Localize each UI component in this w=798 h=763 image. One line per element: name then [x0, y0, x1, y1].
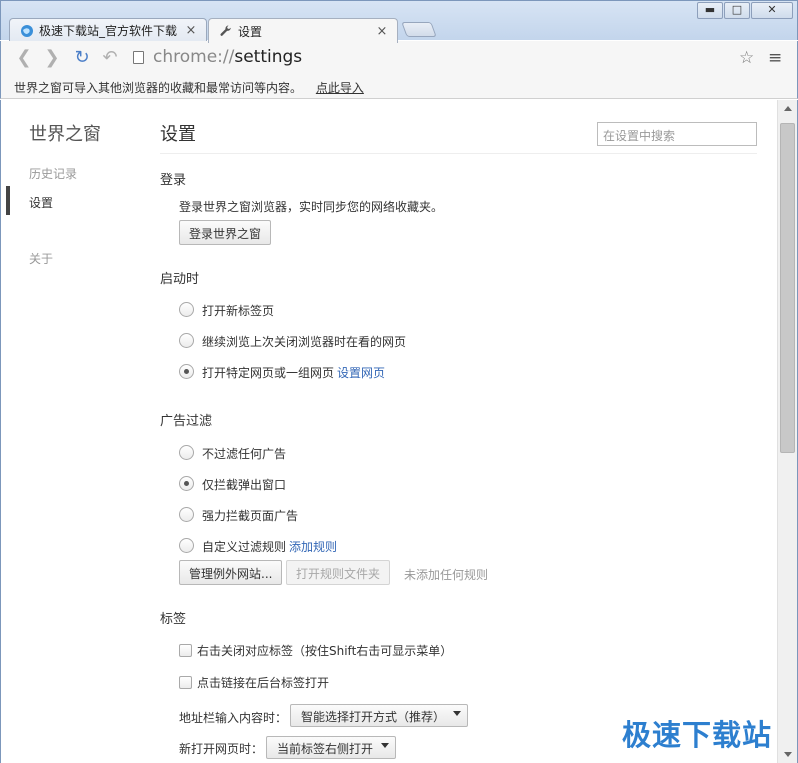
address-url[interactable]: chrome://settings: [153, 47, 302, 67]
adblock-option-label: 不过滤任何广告: [202, 447, 287, 461]
new-page-value: 当前标签右侧打开: [277, 742, 374, 756]
bookmark-star-icon[interactable]: ☆: [739, 48, 754, 68]
header-divider: [160, 153, 757, 154]
infobar-message: 世界之窗可导入其他浏览器的收藏和最常访问等内容。: [14, 81, 303, 95]
maximize-button[interactable]: □: [724, 2, 750, 19]
adblock-option-label: 仅拦截弹出窗口: [202, 478, 287, 492]
manage-exceptions-button[interactable]: 管理例外网站...: [179, 560, 283, 585]
section-tabs-title: 标签: [160, 612, 187, 627]
page-icon: [133, 51, 144, 64]
title-bar: 极速下载站_官方软件下载 × 设置 × ▬ □ ✕: [0, 0, 798, 43]
sidebar-item-history[interactable]: 历史记录: [29, 165, 77, 182]
settings-page: 世界之窗 历史记录 设置 关于 设置 在设置中搜索 登录 登录世界之窗浏览器，实…: [0, 100, 777, 763]
import-link[interactable]: 点此导入: [316, 81, 364, 95]
sidebar-item-about[interactable]: 关于: [29, 250, 53, 267]
new-page-select[interactable]: 当前标签右侧打开: [266, 736, 397, 759]
tab-title: 设置: [238, 24, 263, 39]
section-login-title: 登录: [160, 173, 187, 188]
login-description: 登录世界之窗浏览器，实时同步您的网络收藏夹。: [179, 200, 444, 214]
browser-toolbar: ❮ ❯ ↻ ↶ chrome://settings ☆ ≡: [0, 41, 798, 75]
sidebar-item-settings[interactable]: 设置: [29, 194, 53, 211]
vertical-scrollbar[interactable]: [777, 100, 798, 763]
import-infobar: 世界之窗可导入其他浏览器的收藏和最常访问等内容。 点此导入: [0, 75, 798, 99]
sidebar-selection-indicator: [6, 186, 10, 215]
address-bar[interactable]: chrome://settings: [131, 46, 761, 70]
back-button[interactable]: ❮: [14, 48, 34, 68]
startup-radio-specific[interactable]: [179, 364, 194, 379]
startup-radio-continue[interactable]: [179, 333, 194, 348]
settings-search-input[interactable]: 在设置中搜索: [597, 122, 757, 146]
no-rules-text: 未添加任何规则: [404, 568, 489, 582]
tab-close-icon[interactable]: ×: [184, 23, 198, 38]
undo-close-button[interactable]: ↶: [100, 48, 120, 68]
startup-option-label: 继续浏览上次关闭浏览器时在看的网页: [202, 335, 407, 349]
minimize-button[interactable]: ▬: [697, 2, 723, 19]
adblock-option-label: 自定义过滤规则 添加规则: [202, 538, 337, 555]
section-adblock-title: 广告过滤: [160, 414, 213, 429]
background-tab-label: 点击链接在后台标签打开: [197, 676, 330, 690]
globe-icon: [21, 24, 33, 37]
add-rule-link[interactable]: 添加规则: [289, 540, 337, 554]
adblock-radio-custom[interactable]: [179, 538, 194, 553]
wrench-icon: [220, 25, 231, 36]
adblock-radio-none[interactable]: [179, 445, 194, 460]
right-click-close-checkbox[interactable]: [179, 644, 192, 657]
adblock-radio-popups[interactable]: [179, 476, 194, 491]
set-pages-link[interactable]: 设置网页: [337, 366, 385, 380]
address-input-label: 地址栏输入内容时：: [179, 711, 288, 725]
sidebar-title: 世界之窗: [29, 124, 101, 145]
tab-close-icon[interactable]: ×: [375, 24, 389, 39]
dropdown-arrow-icon: [381, 743, 390, 748]
tab-jisu[interactable]: 极速下载站_官方软件下载 ×: [9, 18, 207, 42]
dropdown-arrow-icon: [453, 711, 462, 716]
right-click-close-label: 右击关闭对应标签（按住Shift右击可显示菜单）: [197, 644, 453, 658]
startup-option-label: 打开新标签页: [202, 304, 275, 318]
tab-settings[interactable]: 设置 ×: [208, 18, 398, 43]
url-path: settings: [234, 47, 303, 67]
address-input-value: 智能选择打开方式（推荐）: [301, 710, 446, 724]
tab-title: 极速下载站_官方软件下载: [39, 24, 178, 38]
background-tab-checkbox[interactable]: [179, 676, 192, 689]
address-input-select[interactable]: 智能选择打开方式（推荐）: [290, 704, 469, 727]
new-page-label: 新打开网页时：: [179, 742, 264, 756]
reload-button[interactable]: ↻: [72, 48, 92, 68]
scroll-up-arrow-icon[interactable]: [784, 106, 792, 111]
new-tab-button[interactable]: [401, 22, 437, 37]
adblock-radio-strong[interactable]: [179, 507, 194, 522]
watermark-logo: 极速下载站: [622, 718, 773, 752]
open-rules-folder-button[interactable]: 打开规则文件夹: [286, 560, 391, 585]
scroll-thumb[interactable]: [780, 123, 795, 453]
forward-button[interactable]: ❯: [42, 48, 62, 68]
page-title: 设置: [160, 124, 196, 145]
close-window-button[interactable]: ✕: [751, 2, 793, 19]
adblock-custom-label: 自定义过滤规则: [202, 540, 287, 554]
url-scheme: chrome://: [153, 47, 235, 67]
login-button[interactable]: 登录世界之窗: [179, 220, 272, 245]
scroll-down-arrow-icon[interactable]: [784, 752, 792, 757]
section-startup-title: 启动时: [160, 272, 200, 287]
startup-radio-newtab[interactable]: [179, 302, 194, 317]
startup-specific-label: 打开特定网页或一组网页: [202, 366, 335, 380]
window-controls: ▬ □ ✕: [696, 2, 793, 19]
startup-option-label: 打开特定网页或一组网页 设置网页: [202, 364, 385, 381]
adblock-option-label: 强力拦截页面广告: [202, 509, 299, 523]
menu-icon[interactable]: ≡: [768, 48, 782, 68]
